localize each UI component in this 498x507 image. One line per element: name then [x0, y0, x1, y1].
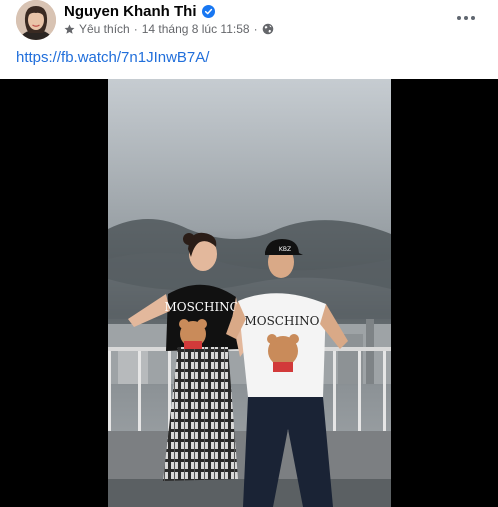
video-thumbnail: MOSCHINO KBZ MOSCHINO	[108, 79, 391, 507]
video-player[interactable]: MOSCHINO KBZ MOSCHINO	[0, 79, 498, 507]
post-header: Nguyen Khanh Thi Yêu thích · 14 tháng 8 …	[0, 0, 498, 44]
post-timestamp[interactable]: 14 tháng 8 lúc 11:58	[142, 22, 250, 36]
video-frame: MOSCHINO KBZ MOSCHINO	[108, 79, 391, 507]
author-avatar[interactable]	[16, 0, 56, 40]
author-name[interactable]: Nguyen Khanh Thi	[64, 3, 197, 20]
facebook-post: Nguyen Khanh Thi Yêu thích · 14 tháng 8 …	[0, 0, 498, 507]
cap-text: KBZ	[279, 246, 291, 253]
shirt-text-right: MOSCHINO	[244, 314, 319, 328]
author-name-row: Nguyen Khanh Thi	[64, 2, 215, 20]
post-link[interactable]: https://fb.watch/7n1JInwB7A/	[16, 49, 209, 66]
avatar-image	[16, 0, 56, 40]
globe-icon[interactable]	[262, 23, 274, 35]
star-icon	[64, 24, 75, 34]
meta-separator-2: ·	[253, 22, 258, 36]
meta-separator: ·	[133, 22, 138, 36]
audience-label[interactable]: Yêu thích	[79, 22, 130, 36]
more-options-icon[interactable]	[452, 6, 480, 30]
shirt-text-left: MOSCHINO	[164, 300, 239, 314]
post-meta: Yêu thích · 14 tháng 8 lúc 11:58 ·	[64, 22, 274, 36]
verified-badge-icon	[201, 4, 215, 18]
